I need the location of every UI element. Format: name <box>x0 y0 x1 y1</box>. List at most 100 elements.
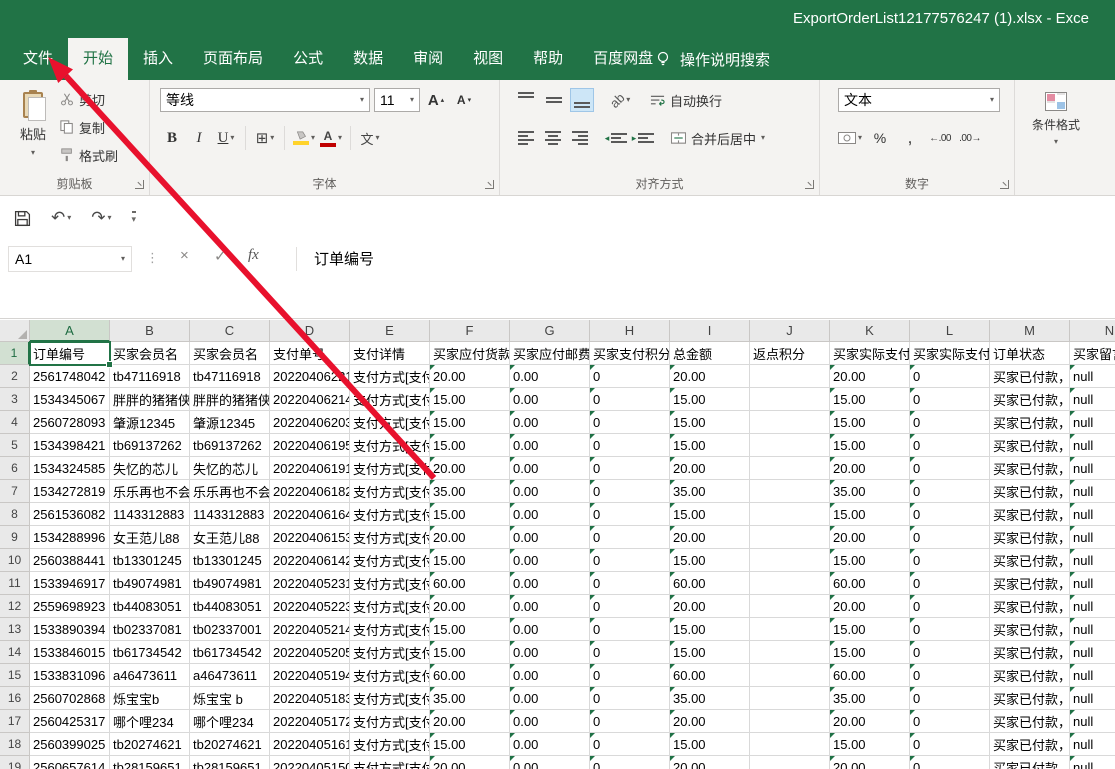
cell-C4[interactable]: 肇源12345 <box>190 411 270 434</box>
undo-button[interactable]: ↶▾ <box>51 208 71 228</box>
cell-I10[interactable]: 15.00 <box>670 549 750 572</box>
cell-G19[interactable]: 0.00 <box>510 756 590 769</box>
align-bottom-button[interactable] <box>570 88 594 112</box>
cell-J15[interactable] <box>750 664 830 687</box>
cell-A5[interactable]: 1534398421 <box>30 434 110 457</box>
cell-B9[interactable]: 女王范儿88 <box>110 526 190 549</box>
cell-B3[interactable]: 胖胖的猪猪侠 <box>110 388 190 411</box>
cell-N6[interactable]: null <box>1070 457 1115 480</box>
cell-L13[interactable]: 0 <box>910 618 990 641</box>
cell-L3[interactable]: 0 <box>910 388 990 411</box>
cell-D5[interactable]: 2022040619552148 <box>270 434 350 457</box>
cell-K8[interactable]: 15.00 <box>830 503 910 526</box>
grow-font-button[interactable]: A▴ <box>424 88 448 112</box>
cell-N14[interactable]: null <box>1070 641 1115 664</box>
format-painter-button[interactable]: 格式刷 <box>60 144 118 166</box>
cell-I1[interactable]: 总金额 <box>670 342 750 365</box>
cell-C14[interactable]: tb61734542 <box>190 641 270 664</box>
cell-J13[interactable] <box>750 618 830 641</box>
cell-A1[interactable]: 订单编号 <box>30 342 110 365</box>
cell-E19[interactable]: 支付方式[支付宝] <box>350 756 430 769</box>
formula-bar-content[interactable]: 订单编号 <box>314 248 374 269</box>
cell-A8[interactable]: 2561536082 <box>30 503 110 526</box>
cell-M10[interactable]: 买家已付款， <box>990 549 1070 572</box>
copy-button[interactable]: 复制 ▾ <box>60 116 118 138</box>
font-size-combo[interactable]: 11▾ <box>374 88 420 112</box>
font-color-button[interactable]: A ▾ <box>319 126 343 150</box>
paste-button[interactable]: 粘贴 ▾ <box>8 86 58 182</box>
cell-B16[interactable]: 烁宝宝b <box>110 687 190 710</box>
cell-H18[interactable]: 0 <box>590 733 670 756</box>
cell-G4[interactable]: 0.00 <box>510 411 590 434</box>
cell-C17[interactable]: 哪个哩234 <box>190 710 270 733</box>
cell-L17[interactable]: 0 <box>910 710 990 733</box>
font-dialog-launcher[interactable] <box>485 180 494 189</box>
cell-H11[interactable]: 0 <box>590 572 670 595</box>
cell-H19[interactable]: 0 <box>590 756 670 769</box>
cell-C12[interactable]: tb44083051 <box>190 595 270 618</box>
cell-M16[interactable]: 买家已付款， <box>990 687 1070 710</box>
cell-K2[interactable]: 20.00 <box>830 365 910 388</box>
cell-J8[interactable] <box>750 503 830 526</box>
clipboard-dialog-launcher[interactable] <box>135 180 144 189</box>
cell-K13[interactable]: 15.00 <box>830 618 910 641</box>
cell-I8[interactable]: 15.00 <box>670 503 750 526</box>
cell-A4[interactable]: 2560728093 <box>30 411 110 434</box>
cell-M15[interactable]: 买家已付款， <box>990 664 1070 687</box>
accounting-format-button[interactable]: ▾ <box>838 126 862 150</box>
increase-decimal-button[interactable]: ←.00 <box>928 126 952 150</box>
cell-N17[interactable]: null <box>1070 710 1115 733</box>
cell-A15[interactable]: 1533831096 <box>30 664 110 687</box>
cell-F11[interactable]: 60.00 <box>430 572 510 595</box>
cell-I18[interactable]: 15.00 <box>670 733 750 756</box>
cell-H1[interactable]: 买家支付积分 <box>590 342 670 365</box>
cell-K11[interactable]: 60.00 <box>830 572 910 595</box>
column-header-E[interactable]: E <box>350 320 430 342</box>
cell-G16[interactable]: 0.00 <box>510 687 590 710</box>
row-header-3[interactable]: 3 <box>0 388 30 411</box>
cell-I13[interactable]: 15.00 <box>670 618 750 641</box>
tab-page-layout[interactable]: 页面布局 <box>188 38 278 80</box>
cell-E10[interactable]: 支付方式[支付宝] <box>350 549 430 572</box>
cell-E1[interactable]: 支付详情 <box>350 342 430 365</box>
cell-F9[interactable]: 20.00 <box>430 526 510 549</box>
cell-G17[interactable]: 0.00 <box>510 710 590 733</box>
cell-E3[interactable]: 支付方式[支付宝] <box>350 388 430 411</box>
cell-M12[interactable]: 买家已付款， <box>990 595 1070 618</box>
row-header-9[interactable]: 9 <box>0 526 30 549</box>
column-header-F[interactable]: F <box>430 320 510 342</box>
cell-K12[interactable]: 20.00 <box>830 595 910 618</box>
cell-F10[interactable]: 15.00 <box>430 549 510 572</box>
cell-A6[interactable]: 1534324585 <box>30 457 110 480</box>
cell-K9[interactable]: 20.00 <box>830 526 910 549</box>
cell-D17[interactable]: 2022040517243061 <box>270 710 350 733</box>
cell-F7[interactable]: 35.00 <box>430 480 510 503</box>
cell-H12[interactable]: 0 <box>590 595 670 618</box>
column-header-K[interactable]: K <box>830 320 910 342</box>
cell-L9[interactable]: 0 <box>910 526 990 549</box>
cell-N10[interactable]: null <box>1070 549 1115 572</box>
cell-J18[interactable] <box>750 733 830 756</box>
cell-A3[interactable]: 1534345067 <box>30 388 110 411</box>
tell-me-search[interactable]: 操作说明搜索 <box>655 38 770 80</box>
cell-J2[interactable] <box>750 365 830 388</box>
cell-G14[interactable]: 0.00 <box>510 641 590 664</box>
cancel-button[interactable]: × <box>180 247 189 264</box>
shrink-font-button[interactable]: A▾ <box>452 88 476 112</box>
cell-G12[interactable]: 0.00 <box>510 595 590 618</box>
column-header-G[interactable]: G <box>510 320 590 342</box>
cell-D7[interactable]: 2022040618245730 <box>270 480 350 503</box>
cell-L10[interactable]: 0 <box>910 549 990 572</box>
cell-F13[interactable]: 15.00 <box>430 618 510 641</box>
number-dialog-launcher[interactable] <box>1000 180 1009 189</box>
cell-C19[interactable]: tb28159651 <box>190 756 270 769</box>
merge-center-button[interactable]: 合并后居中 ▾ <box>671 129 765 148</box>
cell-H6[interactable]: 0 <box>590 457 670 480</box>
cell-I11[interactable]: 60.00 <box>670 572 750 595</box>
cell-M19[interactable]: 买家已付款， <box>990 756 1070 769</box>
cell-L14[interactable]: 0 <box>910 641 990 664</box>
row-header-17[interactable]: 17 <box>0 710 30 733</box>
cell-N7[interactable]: null <box>1070 480 1115 503</box>
cell-H14[interactable]: 0 <box>590 641 670 664</box>
cell-L18[interactable]: 0 <box>910 733 990 756</box>
